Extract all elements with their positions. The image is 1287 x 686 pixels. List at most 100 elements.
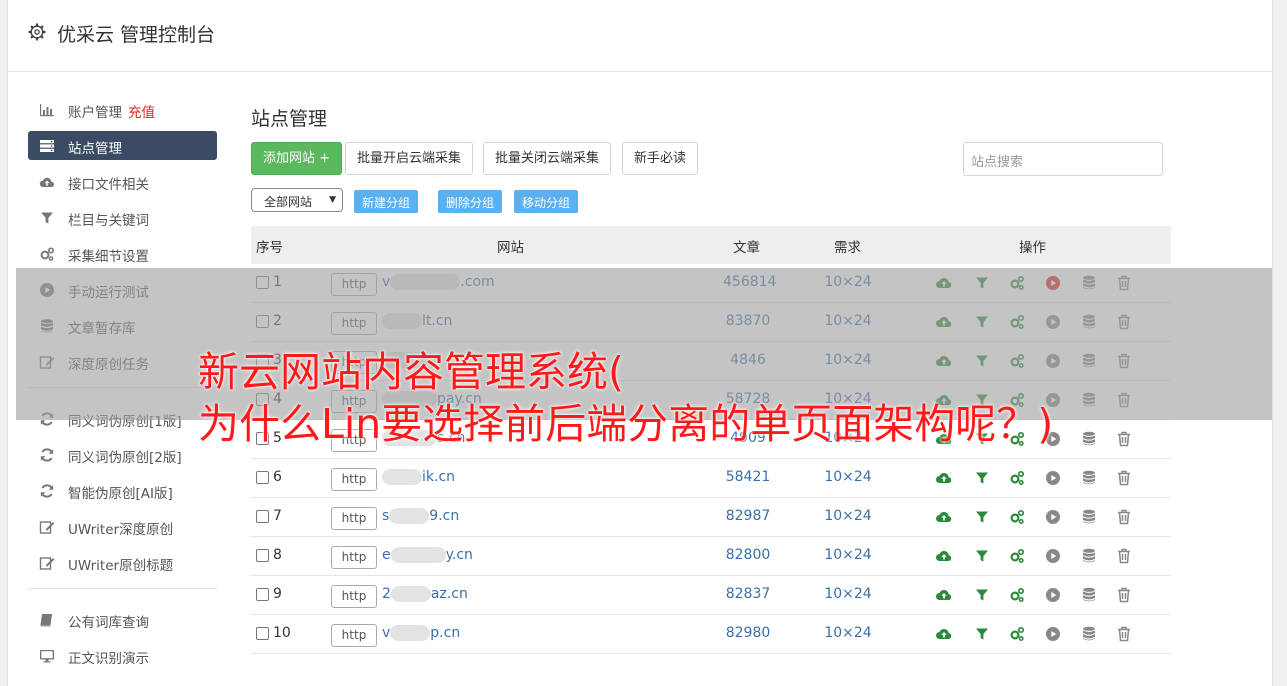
article-count[interactable]: 82837 bbox=[723, 586, 773, 602]
database-icon[interactable] bbox=[1080, 625, 1098, 643]
cloud-upload-icon[interactable] bbox=[935, 469, 953, 487]
sidebar-item-label: 站点管理 bbox=[68, 137, 122, 157]
database-icon[interactable] bbox=[1080, 469, 1098, 487]
trash-icon[interactable] bbox=[1115, 586, 1133, 604]
move-group-button[interactable]: 移动分组 bbox=[514, 190, 579, 213]
sidebar-item-14[interactable]: 公有词库查询 bbox=[28, 605, 217, 634]
site-link[interactable]: e y.cn bbox=[382, 547, 473, 563]
sidebar-item-text: 站点管理 bbox=[68, 141, 122, 157]
filter-icon[interactable] bbox=[973, 508, 991, 526]
row-checkbox[interactable] bbox=[256, 588, 269, 601]
sidebar-item-12[interactable]: UWriter深度原创 bbox=[28, 512, 217, 541]
gears-icon[interactable] bbox=[1008, 508, 1026, 526]
sidebar-item-11[interactable]: 智能伪原创[AI版] bbox=[28, 476, 217, 505]
filter-icon[interactable] bbox=[973, 625, 991, 643]
demand-value[interactable]: 10×24 bbox=[821, 508, 875, 524]
gears-icon[interactable] bbox=[1008, 586, 1026, 604]
sidebar-item-5[interactable]: 采集细节设置 bbox=[28, 239, 217, 268]
site-suffix: az.cn bbox=[430, 586, 468, 602]
batch-disable-cloud-button[interactable]: 批量关闭云端采集 bbox=[483, 142, 612, 175]
trash-icon[interactable] bbox=[1115, 508, 1133, 526]
filter-icon[interactable] bbox=[973, 547, 991, 565]
sidebar-item-text: 采集细节设置 bbox=[68, 249, 149, 265]
cloud-upload-icon[interactable] bbox=[935, 547, 953, 565]
article-count[interactable]: 82800 bbox=[723, 547, 773, 563]
gears-icon[interactable] bbox=[1008, 625, 1026, 643]
database-icon[interactable] bbox=[1080, 586, 1098, 604]
sidebar-item-1[interactable]: 账户管理 充值 bbox=[28, 95, 217, 124]
redacted-blur bbox=[382, 469, 422, 485]
gear-icon[interactable] bbox=[28, 23, 46, 41]
trash-icon[interactable] bbox=[1115, 430, 1133, 448]
sidebar-item-10[interactable]: 同义词伪原创[2版] bbox=[28, 440, 217, 469]
site-link[interactable]: s 9.cn bbox=[382, 508, 459, 524]
sidebar-item-4[interactable]: 栏目与关键词 bbox=[28, 203, 217, 232]
database-icon[interactable] bbox=[1080, 547, 1098, 565]
protocol-badge: http bbox=[331, 624, 377, 647]
sidebar-item-text: 公有词库查询 bbox=[68, 615, 149, 631]
row-actions bbox=[935, 469, 1135, 489]
demand-value[interactable]: 10×24 bbox=[821, 625, 875, 641]
protocol-badge: http bbox=[331, 507, 377, 530]
play-icon[interactable] bbox=[1044, 469, 1062, 487]
table-row: 8 http e y.cn 82800 10×24 bbox=[251, 537, 1171, 576]
batch-enable-cloud-button[interactable]: 批量开启云端采集 bbox=[345, 142, 474, 175]
filter-icon[interactable] bbox=[973, 586, 991, 604]
sidebar-item-text: 栏目与关键词 bbox=[68, 213, 149, 229]
site-link[interactable]: v p.cn bbox=[382, 625, 460, 641]
demand-value[interactable]: 10×24 bbox=[821, 586, 875, 602]
row-checkbox[interactable] bbox=[256, 549, 269, 562]
trash-icon[interactable] bbox=[1115, 625, 1133, 643]
beginner-guide-button[interactable]: 新手必读 bbox=[622, 142, 699, 175]
group-select[interactable]: 全部网站 ▼ bbox=[251, 188, 343, 212]
sidebar-item-text: UWriter深度原创 bbox=[68, 522, 174, 538]
caption-line-1: 新云网站内容管理系统( bbox=[198, 348, 624, 396]
add-site-button[interactable]: 添加网站 + bbox=[251, 142, 343, 175]
database-icon[interactable] bbox=[1080, 430, 1098, 448]
sidebar-item-text: 账户管理 bbox=[68, 105, 122, 121]
cloud-upload-icon[interactable] bbox=[935, 586, 953, 604]
delete-group-button[interactable]: 删除分组 bbox=[438, 190, 503, 213]
sidebar-item-15[interactable]: 正文识别演示 bbox=[28, 641, 217, 670]
site-prefix: e bbox=[382, 547, 391, 563]
sidebar-item-2[interactable]: 站点管理 bbox=[28, 131, 217, 160]
sidebar-item-label: 公有词库查询 bbox=[68, 611, 149, 631]
article-count[interactable]: 82987 bbox=[723, 508, 773, 524]
book-icon bbox=[39, 612, 55, 628]
play-icon[interactable] bbox=[1044, 547, 1062, 565]
trash-icon[interactable] bbox=[1115, 469, 1133, 487]
new-group-button[interactable]: 新建分组 bbox=[354, 190, 419, 213]
row-checkbox[interactable] bbox=[256, 510, 269, 523]
demand-value[interactable]: 10×24 bbox=[821, 547, 875, 563]
gears-icon[interactable] bbox=[1008, 547, 1026, 565]
demand-value[interactable]: 10×24 bbox=[821, 469, 875, 485]
sidebar-item-3[interactable]: 接口文件相关 bbox=[28, 167, 217, 196]
row-number: 6 bbox=[273, 469, 282, 485]
cloud-upload-icon[interactable] bbox=[935, 625, 953, 643]
sidebar-item-label: 接口文件相关 bbox=[68, 173, 149, 193]
edit-icon bbox=[39, 519, 55, 535]
site-link[interactable]: ik.cn bbox=[382, 469, 455, 485]
sidebar-item-13[interactable]: UWriter原创标题 bbox=[28, 548, 217, 577]
filter-icon[interactable] bbox=[973, 469, 991, 487]
site-search-input[interactable]: 站点搜索 bbox=[963, 142, 1163, 176]
site-prefix: 2 bbox=[382, 586, 391, 602]
play-icon[interactable] bbox=[1044, 586, 1062, 604]
play-icon[interactable] bbox=[1044, 508, 1062, 526]
article-count[interactable]: 58421 bbox=[723, 469, 773, 485]
site-link[interactable]: 2 az.cn bbox=[382, 586, 468, 602]
cloud-upload-icon[interactable] bbox=[935, 508, 953, 526]
redacted-blur bbox=[390, 586, 431, 602]
row-actions bbox=[935, 547, 1135, 567]
site-prefix: s bbox=[382, 508, 390, 524]
recharge-badge[interactable]: 充值 bbox=[128, 105, 155, 121]
play-icon[interactable] bbox=[1044, 625, 1062, 643]
database-icon[interactable] bbox=[1080, 508, 1098, 526]
gears-icon[interactable] bbox=[1008, 469, 1026, 487]
protocol-badge: http bbox=[331, 585, 377, 608]
row-checkbox[interactable] bbox=[256, 627, 269, 640]
trash-icon[interactable] bbox=[1115, 547, 1133, 565]
row-checkbox[interactable] bbox=[256, 471, 269, 484]
article-count[interactable]: 82980 bbox=[723, 625, 773, 641]
sidebar-divider bbox=[28, 588, 217, 589]
